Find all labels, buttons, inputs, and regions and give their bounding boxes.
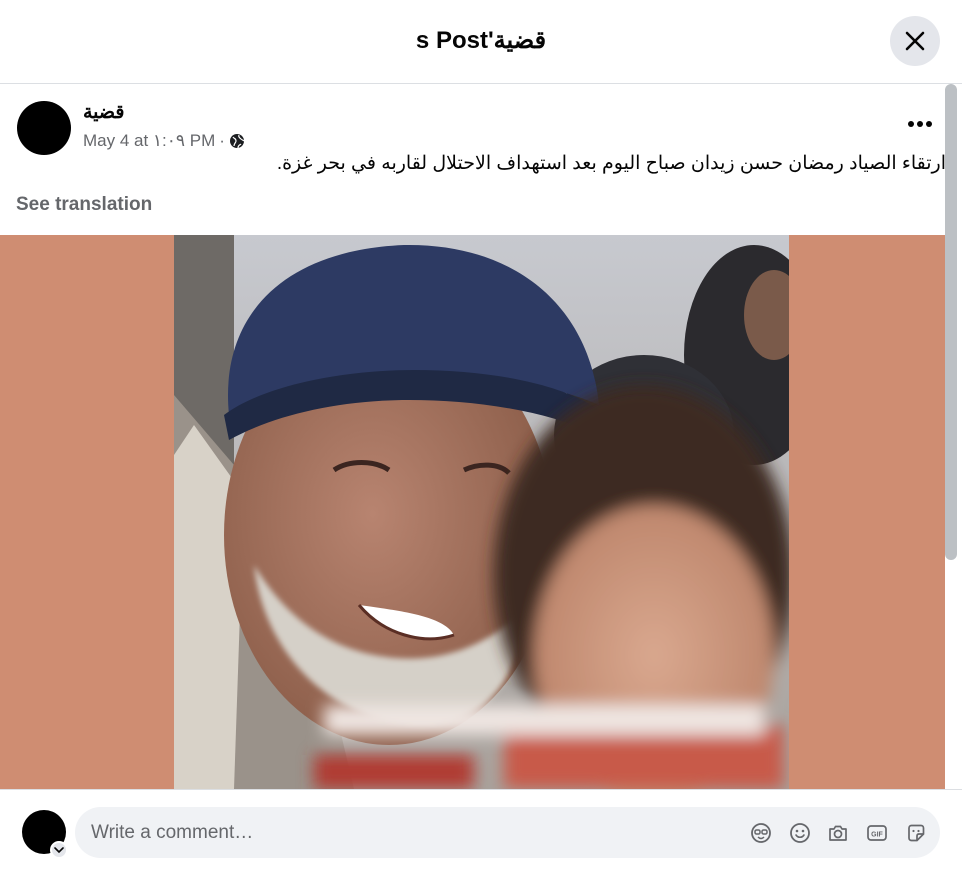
svg-text:GIF: GIF	[871, 832, 883, 839]
author-avatar[interactable]	[17, 101, 71, 155]
globe-icon	[229, 134, 245, 149]
avatar-switch-button[interactable]	[50, 841, 68, 859]
author-name[interactable]: قضية	[83, 101, 124, 124]
dialog-header: s Post'قضية	[0, 0, 962, 84]
post-date[interactable]: May 4 at ١:٠٩ PM	[83, 131, 215, 151]
comment-input[interactable]	[91, 807, 731, 858]
see-translation-link[interactable]: See translation	[16, 194, 152, 216]
scrollbar-thumb[interactable]	[945, 84, 957, 560]
camera-icon	[829, 825, 847, 841]
avatar-sticker-icon	[751, 823, 771, 843]
chevron-down-icon	[54, 847, 64, 854]
more-options-button[interactable]	[900, 106, 940, 142]
gif-button[interactable]: GIF	[865, 821, 889, 845]
meta-separator: ·	[219, 131, 225, 150]
comment-box: GIF	[75, 807, 940, 858]
dialog-title: s Post'قضية	[415, 27, 547, 54]
gif-icon: GIF	[867, 825, 887, 841]
emoji-button[interactable]	[788, 821, 812, 845]
avatar-sticker-button[interactable]	[749, 821, 773, 845]
close-button[interactable]	[890, 16, 940, 66]
post-photo[interactable]	[174, 235, 789, 789]
emoji-icon	[790, 823, 810, 843]
photo-button[interactable]	[826, 821, 850, 845]
photo-illustration	[174, 235, 789, 789]
post-text: ارتقاء الصياد رمضان حسن زيدان صباح اليوم…	[276, 153, 946, 174]
sticker-icon	[908, 824, 925, 842]
close-icon	[905, 31, 925, 51]
more-horizontal-icon	[908, 121, 932, 127]
sticker-button[interactable]	[904, 821, 928, 845]
post-meta: May 4 at ١:٠٩ PM ·	[83, 131, 245, 151]
